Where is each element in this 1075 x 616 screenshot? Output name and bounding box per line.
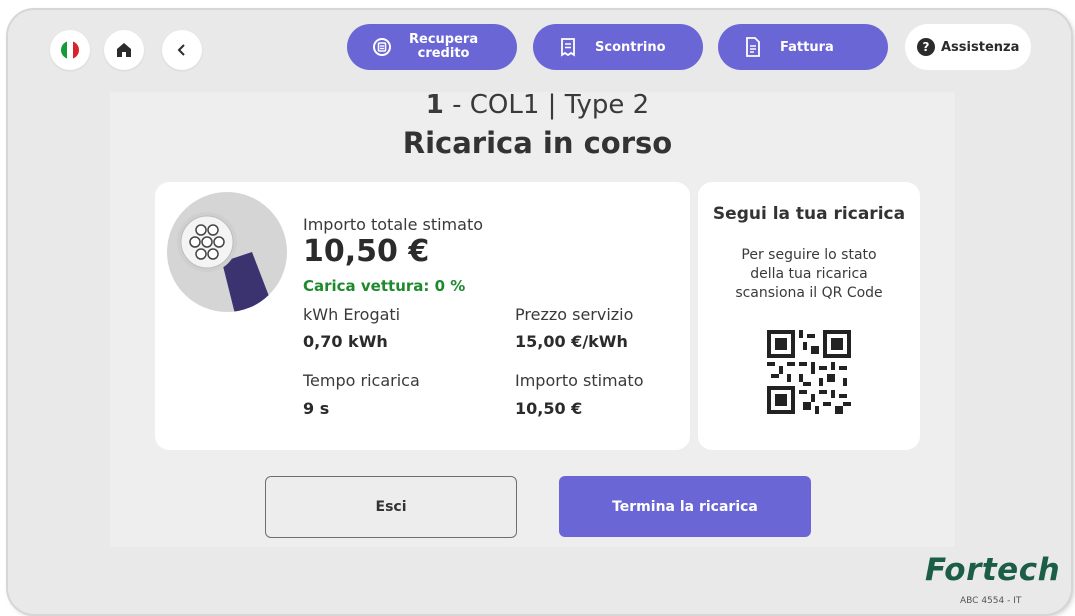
back-button[interactable] [162,30,202,70]
charge-time-label: Tempo ricarica [303,371,420,390]
scontrino-button[interactable]: Scontrino [533,24,703,70]
follow-title: Segui la tua ricarica [712,204,906,224]
scontrino-label: Scontrino [595,39,666,55]
connector-separator: - [443,90,470,120]
estimated-amount-value: 10,50 € [515,399,583,418]
charge-time-value: 9 s [303,399,330,418]
follow-charge-card: Segui la tua ricarica Per seguire lo sta… [698,182,920,450]
connector-name: COL1 | Type 2 [469,90,650,120]
type2-plug-image [167,192,287,312]
italy-flag-icon [61,41,79,59]
assistenza-button[interactable]: ? Assistenza [905,24,1031,70]
end-charge-button[interactable]: Termina la ricarica [559,476,811,537]
kwh-delivered-label: kWh Erogati [303,305,401,324]
receipt-icon [557,36,579,58]
vehicle-charge-status: Carica vettura: 0 % [303,277,466,295]
station-serial: ABC 4554 - IT [960,596,1022,606]
help-icon: ? [917,38,935,56]
home-button[interactable] [104,30,144,70]
recupera-label-line1: Recupera [409,32,479,47]
service-price-label: Prezzo servizio [515,305,634,324]
charge-details-card: Importo totale stimato 10,50 € Carica ve… [155,182,690,450]
credit-recovery-icon [371,36,393,58]
service-price-value: 15,00 €/kWh [515,332,628,351]
chevron-left-icon [177,44,185,56]
follow-description: Per seguire lo stato della tua ricarica … [735,247,883,301]
total-estimated-value: 10,50 € [303,234,430,269]
invoice-icon [742,36,764,58]
connector-title: 1 - COL1 | Type 2 [0,90,1075,120]
fattura-label: Fattura [780,39,834,55]
recupera-credito-button[interactable]: Recupera credito [347,24,517,70]
qr-code [767,330,851,414]
home-icon [117,43,131,57]
fortech-logo: Fortech [925,552,1061,588]
fattura-button[interactable]: Fattura [718,24,888,70]
connector-number: 1 [425,90,444,120]
assistenza-label: Assistenza [941,39,1020,55]
exit-button[interactable]: Esci [265,476,517,538]
recupera-label-line2: credito [417,46,470,61]
total-estimated-label: Importo totale stimato [303,215,483,234]
status-title: Ricarica in corso [402,126,673,160]
kwh-delivered-value: 0,70 kWh [303,332,388,351]
language-button[interactable] [50,30,90,70]
estimated-amount-label: Importo stimato [515,371,644,390]
